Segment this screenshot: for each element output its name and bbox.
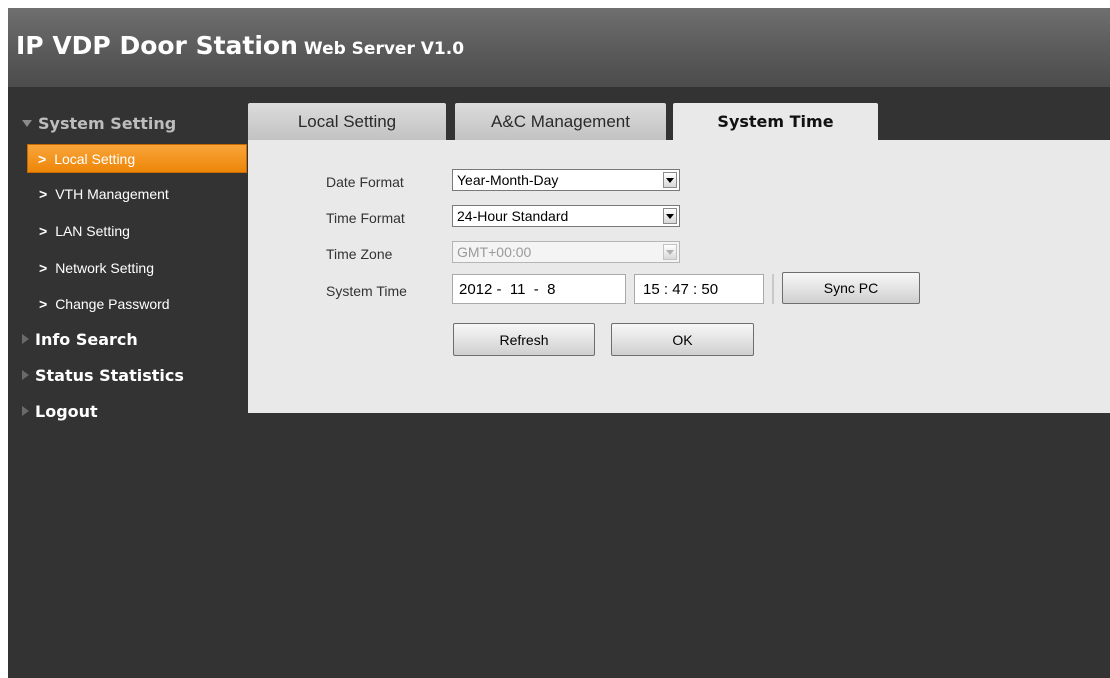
time-separator: : — [688, 280, 702, 298]
triangle-right-icon — [22, 370, 29, 380]
date-month[interactable]: 11 — [510, 281, 526, 298]
time-second[interactable]: 50 — [701, 281, 718, 298]
date-separator: - — [492, 280, 510, 298]
time-format-select[interactable]: 24-Hour Standard — [452, 205, 680, 227]
triangle-down-icon — [22, 119, 32, 127]
dropdown-arrow-icon[interactable] — [663, 208, 677, 224]
sidebar-item-label: Network Setting — [55, 260, 155, 276]
system-time-label: System Time — [326, 283, 407, 299]
header-bar: IP VDP Door Station Web Server V1.0 — [8, 8, 1110, 87]
date-input[interactable]: 2012 - 11 - 8 — [452, 274, 626, 304]
date-separator: - — [525, 280, 548, 298]
sidebar-item-change-password[interactable]: > Change Password — [29, 290, 247, 318]
sidebar-item-vth-management[interactable]: > VTH Management — [29, 180, 247, 208]
time-format-label: Time Format — [326, 210, 405, 226]
time-format-value: 24-Hour Standard — [457, 208, 569, 224]
divider — [772, 274, 774, 304]
date-day[interactable]: 8 — [547, 281, 555, 298]
tab-system-time[interactable]: System Time — [673, 103, 878, 140]
refresh-button[interactable]: Refresh — [453, 323, 595, 356]
chevron-right-icon: > — [39, 186, 48, 202]
time-zone-label: Time Zone — [326, 246, 393, 262]
sidebar-section-label: Logout — [35, 401, 98, 421]
app-frame: IP VDP Door Station Web Server V1.0 Syste… — [8, 8, 1110, 678]
chevron-right-icon: > — [39, 296, 48, 312]
date-year[interactable]: 2012 — [459, 281, 492, 298]
chevron-right-icon: > — [39, 223, 48, 239]
sidebar-section-label: Status Statistics — [35, 365, 184, 385]
chevron-right-icon: > — [39, 260, 48, 276]
app-title-main: IP VDP Door Station — [16, 31, 298, 60]
sidebar-section-label: Info Search — [35, 329, 138, 349]
time-input[interactable]: 15 : 47 : 50 — [634, 274, 764, 304]
date-format-value: Year-Month-Day — [457, 172, 559, 188]
triangle-right-icon — [22, 334, 29, 344]
sidebar-item-lan-setting[interactable]: > LAN Setting — [29, 217, 247, 245]
sidebar-section-logout[interactable]: Logout — [22, 396, 98, 426]
sync-pc-button[interactable]: Sync PC — [782, 272, 920, 304]
sidebar-item-local-setting[interactable]: > Local Setting — [27, 144, 247, 173]
tab-local-setting[interactable]: Local Setting — [248, 103, 446, 140]
time-zone-value: GMT+00:00 — [457, 244, 532, 260]
time-zone-select: GMT+00:00 — [452, 241, 680, 263]
chevron-right-icon: > — [38, 150, 47, 167]
sidebar-section-system-setting[interactable]: System Setting — [22, 108, 176, 138]
tab-ac-management[interactable]: A&C Management — [455, 103, 666, 140]
time-separator: : — [659, 280, 673, 298]
system-time-panel: Date Format Year-Month-Day Time Format 2… — [248, 140, 1110, 413]
app-title: IP VDP Door Station Web Server V1.0 — [16, 31, 464, 60]
sidebar-item-network-setting[interactable]: > Network Setting — [29, 254, 247, 282]
sidebar-item-label: VTH Management — [55, 186, 169, 202]
date-format-label: Date Format — [326, 174, 404, 190]
ok-button[interactable]: OK — [611, 323, 754, 356]
sidebar-section-label: System Setting — [38, 113, 177, 133]
time-minute[interactable]: 47 — [672, 281, 689, 298]
sidebar-item-label: Change Password — [55, 296, 170, 312]
triangle-right-icon — [22, 406, 29, 416]
time-hour[interactable]: 15 — [643, 281, 660, 298]
sidebar-item-label: LAN Setting — [55, 223, 130, 239]
dropdown-arrow-icon — [663, 244, 677, 260]
date-format-select[interactable]: Year-Month-Day — [452, 169, 680, 191]
app-title-version: Web Server V1.0 — [303, 39, 465, 59]
dropdown-arrow-icon[interactable] — [663, 172, 677, 188]
sidebar-section-info-search[interactable]: Info Search — [22, 324, 138, 354]
sidebar-section-status-statistics[interactable]: Status Statistics — [22, 360, 184, 390]
sidebar-item-label: Local Setting — [54, 150, 136, 167]
